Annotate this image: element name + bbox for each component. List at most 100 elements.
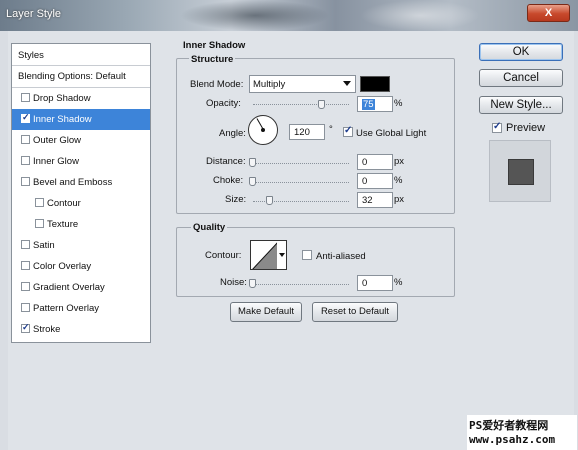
- choke-unit: %: [394, 175, 403, 186]
- cancel-button[interactable]: Cancel: [479, 69, 563, 87]
- style-item-checkbox[interactable]: [21, 177, 30, 186]
- angle-center-dot: [261, 128, 265, 132]
- preview-label[interactable]: Preview: [506, 122, 545, 134]
- noise-label: Noise:: [220, 277, 247, 288]
- quality-group-title: Quality: [191, 222, 228, 233]
- style-item-checkbox[interactable]: [35, 198, 44, 207]
- use-global-light-label[interactable]: Use Global Light: [356, 128, 426, 139]
- style-item[interactable]: Stroke: [12, 319, 150, 340]
- opacity-slider-track[interactable]: [253, 104, 349, 105]
- size-input[interactable]: 32: [357, 192, 393, 208]
- style-preview-thumbnail: [489, 140, 551, 202]
- opacity-unit: %: [394, 98, 403, 109]
- title-bar-background-blur: [180, 0, 330, 31]
- style-item[interactable]: Inner Shadow: [12, 109, 150, 130]
- style-item-checkbox[interactable]: [21, 112, 30, 123]
- style-item-label: Contour: [47, 198, 81, 209]
- reset-to-default-button[interactable]: Reset to Default: [312, 302, 398, 322]
- style-item-label: Bevel and Emboss: [33, 177, 113, 188]
- watermark-line-2: www.psahz.com: [469, 433, 556, 446]
- style-item-label: Inner Glow: [33, 156, 79, 167]
- styles-list: Styles Blending Options: Default Drop Sh…: [11, 43, 151, 343]
- blend-mode-select[interactable]: Multiply: [249, 75, 356, 93]
- style-item[interactable]: Satin: [12, 235, 150, 256]
- style-item-checkbox[interactable]: [21, 303, 30, 312]
- opacity-input[interactable]: 75: [357, 96, 393, 112]
- contour-label: Contour:: [205, 250, 242, 261]
- blending-options-item[interactable]: Blending Options: Default: [12, 66, 150, 88]
- quality-group: [176, 227, 455, 297]
- choke-slider-thumb[interactable]: [249, 177, 256, 186]
- style-item-checkbox[interactable]: [35, 219, 44, 228]
- distance-input[interactable]: 0: [357, 154, 393, 170]
- ok-button[interactable]: OK: [479, 43, 563, 61]
- style-item-label: Drop Shadow: [33, 93, 91, 104]
- watermark-line-1: PS爱好者教程网: [469, 419, 549, 432]
- noise-slider-thumb[interactable]: [249, 279, 256, 288]
- distance-unit: px: [394, 156, 405, 167]
- angle-unit: °: [329, 124, 333, 135]
- noise-slider-track[interactable]: [253, 284, 349, 285]
- chevron-down-icon: [279, 253, 285, 257]
- use-global-light-checkbox[interactable]: [343, 125, 353, 137]
- style-item-label: Pattern Overlay: [33, 303, 99, 314]
- style-item-label: Outer Glow: [33, 135, 82, 146]
- choke-input[interactable]: 0: [357, 173, 393, 189]
- blend-mode-label: Blend Mode:: [190, 79, 244, 90]
- style-item-checkbox[interactable]: [21, 93, 30, 102]
- styles-header[interactable]: Styles: [12, 44, 150, 66]
- chevron-down-icon: [343, 81, 351, 86]
- distance-slider-thumb[interactable]: [249, 158, 256, 167]
- style-item-label: Inner Shadow: [33, 114, 92, 125]
- angle-input[interactable]: 120: [289, 124, 325, 140]
- panel-title: Inner Shadow: [183, 40, 246, 51]
- style-item-label: Satin: [33, 240, 55, 251]
- noise-input[interactable]: 0: [357, 275, 393, 291]
- make-default-button[interactable]: Make Default: [230, 302, 302, 322]
- noise-unit: %: [394, 277, 403, 288]
- choke-label: Choke:: [213, 175, 244, 186]
- style-item[interactable]: Bevel and Emboss: [12, 172, 150, 193]
- style-item-checkbox[interactable]: [21, 156, 30, 165]
- style-item[interactable]: Contour: [12, 193, 150, 214]
- style-item-checkbox[interactable]: [21, 240, 30, 249]
- style-item-checkbox[interactable]: [21, 135, 30, 144]
- style-item-checkbox[interactable]: [21, 322, 30, 333]
- style-item-checkbox[interactable]: [21, 261, 30, 270]
- preview-checkbox[interactable]: [492, 121, 502, 133]
- style-item[interactable]: Inner Glow: [12, 151, 150, 172]
- size-label: Size:: [225, 194, 247, 205]
- style-item-label: Stroke: [33, 324, 61, 335]
- distance-slider-track[interactable]: [253, 163, 349, 164]
- window-title-bar[interactable]: Layer Style X: [0, 0, 578, 31]
- shadow-color-swatch[interactable]: [360, 76, 390, 92]
- preview-square: [508, 159, 534, 185]
- close-window-button[interactable]: X: [527, 4, 570, 22]
- choke-slider-track[interactable]: [253, 182, 349, 183]
- angle-dial[interactable]: [248, 115, 278, 145]
- opacity-label: Opacity:: [206, 98, 241, 109]
- window-title: Layer Style: [6, 8, 62, 20]
- blend-mode-value: Multiply: [253, 79, 286, 90]
- contour-dropdown-button[interactable]: [277, 240, 287, 270]
- style-item[interactable]: Pattern Overlay: [12, 298, 150, 319]
- style-item-label: Gradient Overlay: [33, 282, 105, 293]
- watermark: PS爱好者教程网 www.psahz.com: [467, 415, 577, 450]
- style-item-checkbox[interactable]: [21, 282, 30, 291]
- anti-aliased-label[interactable]: Anti-aliased: [316, 251, 366, 262]
- size-unit: px: [394, 194, 405, 205]
- style-item[interactable]: Outer Glow: [12, 130, 150, 151]
- angle-label: Angle:: [219, 128, 246, 139]
- structure-group-title: Structure: [189, 54, 236, 65]
- style-item[interactable]: Color Overlay: [12, 256, 150, 277]
- size-slider-thumb[interactable]: [266, 196, 273, 205]
- opacity-slider-thumb[interactable]: [318, 100, 325, 109]
- style-item[interactable]: Gradient Overlay: [12, 277, 150, 298]
- style-item[interactable]: Drop Shadow: [12, 88, 150, 109]
- new-style-button[interactable]: New Style...: [479, 96, 563, 114]
- title-bar-background-highlight: [360, 0, 480, 31]
- style-item-label: Color Overlay: [33, 261, 92, 272]
- style-item[interactable]: Texture: [12, 214, 150, 235]
- anti-aliased-checkbox[interactable]: [302, 250, 312, 260]
- distance-label: Distance:: [206, 156, 246, 167]
